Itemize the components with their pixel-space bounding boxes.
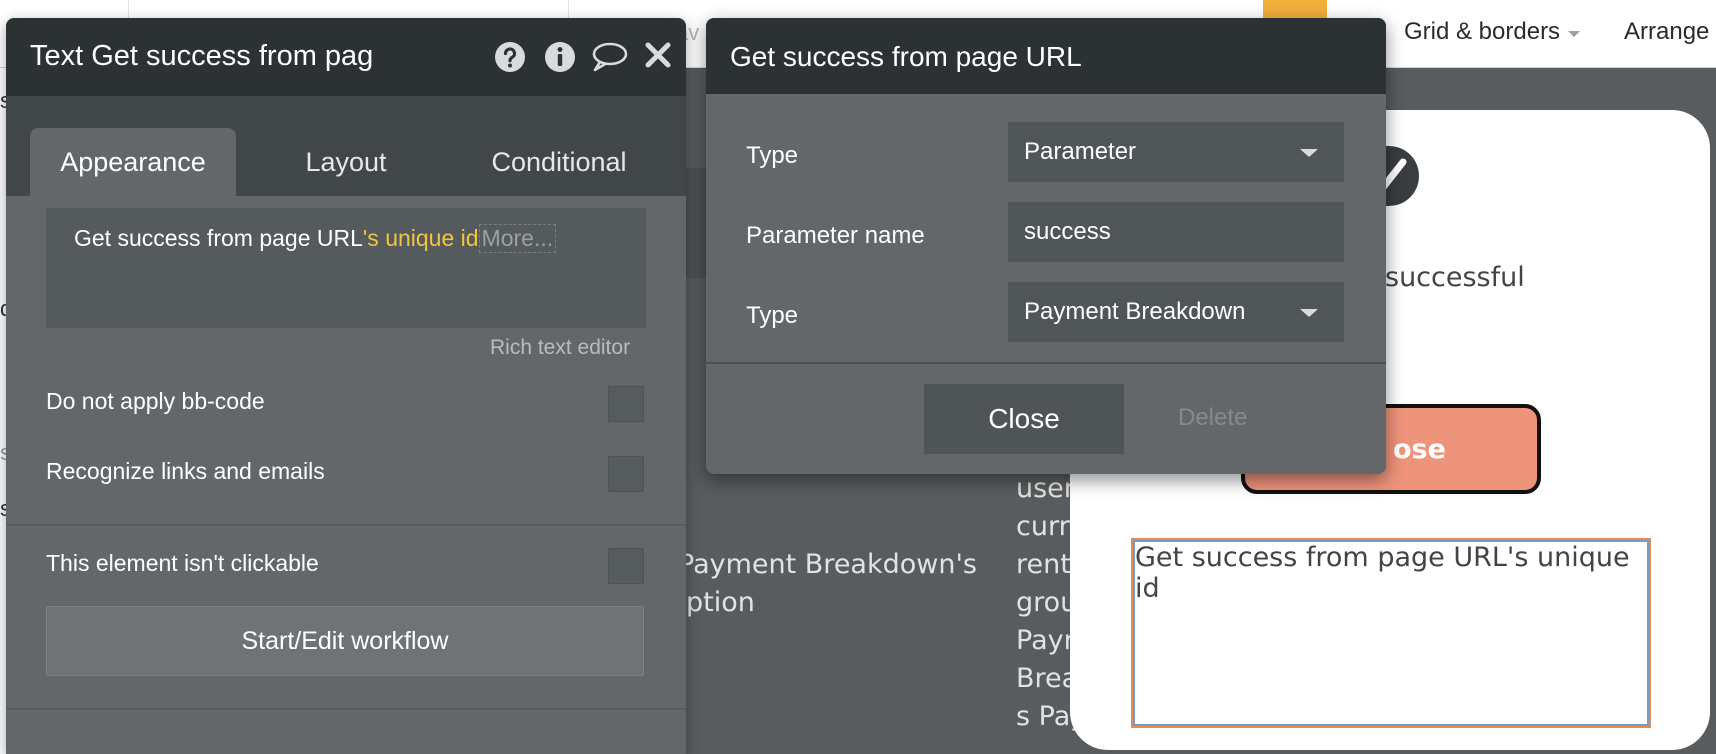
not-clickable-checkbox[interactable] bbox=[608, 548, 644, 584]
bbcode-checkbox[interactable] bbox=[608, 386, 644, 422]
panel-title: Text Get success from pag bbox=[30, 40, 374, 72]
not-clickable-label: This element isn't clickable bbox=[46, 550, 319, 576]
more-link[interactable]: More... bbox=[478, 224, 557, 253]
canvas-text: ption bbox=[686, 587, 755, 618]
tab-conditional[interactable]: Conditional bbox=[446, 128, 672, 196]
data-type-select-value: Payment Breakdown bbox=[1024, 298, 1246, 325]
canvas-band bbox=[686, 168, 706, 278]
canvas-text: Payment Breakdown's bbox=[678, 549, 977, 580]
type-select[interactable]: Parameter bbox=[1008, 122, 1344, 182]
selected-text-element[interactable]: Get success from page URL's unique id bbox=[1131, 538, 1651, 728]
data-type-label: Type bbox=[746, 302, 799, 329]
parameter-name-label: Parameter name bbox=[746, 222, 925, 249]
parameter-name-value: success bbox=[1024, 218, 1111, 245]
rich-text-editor-link[interactable]: Rich text editor bbox=[490, 336, 630, 360]
canvas-text: curr bbox=[1016, 511, 1070, 542]
parameter-name-input[interactable]: success bbox=[1008, 202, 1344, 262]
canvas-text: Brea bbox=[1016, 663, 1079, 694]
comment-icon[interactable] bbox=[590, 41, 628, 73]
dialog-close-button[interactable]: Close bbox=[924, 384, 1124, 454]
expression-dynamic-token[interactable]: 's unique id bbox=[363, 225, 479, 251]
tab-appearance[interactable]: Appearance bbox=[30, 128, 236, 196]
help-icon[interactable] bbox=[494, 41, 526, 73]
dialog-header: Get success from page URL bbox=[706, 18, 1386, 94]
start-edit-workflow-button[interactable]: Start/Edit workflow bbox=[46, 606, 644, 676]
text-expression-editor[interactable]: Get success from page URL's unique id Mor… bbox=[46, 208, 646, 328]
data-type-select[interactable]: Payment Breakdown bbox=[1008, 282, 1344, 342]
selected-text-content: Get success from page URL's unique id bbox=[1135, 542, 1630, 604]
dialog-delete-button[interactable]: Delete bbox=[1178, 404, 1247, 432]
dialog-divider bbox=[706, 362, 1386, 364]
expression-content: Get success from page URL's unique id Mor… bbox=[74, 224, 557, 253]
canvas-text: user bbox=[1016, 473, 1075, 504]
property-editor-panel: Text Get success from pag Appearance Lay… bbox=[6, 18, 686, 754]
arrange-menu[interactable]: Arrange bbox=[1624, 18, 1709, 46]
panel-header: Text Get success from pag bbox=[6, 18, 686, 96]
grid-borders-label: Grid & borders bbox=[1404, 18, 1561, 45]
section-divider bbox=[6, 708, 686, 710]
section-divider bbox=[6, 524, 686, 526]
links-emails-label: Recognize links and emails bbox=[46, 458, 325, 484]
notification-badge[interactable] bbox=[1263, 0, 1327, 18]
expression-dialog: Get success from page URL Type Parameter… bbox=[706, 18, 1386, 474]
tab-layout[interactable]: Layout bbox=[246, 128, 446, 196]
chevron-down-icon bbox=[1300, 149, 1318, 157]
canvas-text: rent bbox=[1016, 549, 1071, 580]
canvas-text: grou bbox=[1016, 587, 1078, 618]
links-emails-checkbox[interactable] bbox=[608, 456, 644, 492]
arrange-label: Arrange bbox=[1624, 18, 1710, 45]
panel-tabs: Appearance Layout Conditional bbox=[6, 96, 686, 196]
dialog-title: Get success from page URL bbox=[730, 41, 1082, 72]
expression-static-text: Get success from page URL bbox=[74, 225, 363, 251]
type-select-value: Parameter bbox=[1024, 138, 1137, 165]
close-icon[interactable] bbox=[644, 41, 676, 73]
popup-message: successful bbox=[1385, 262, 1525, 293]
chevron-down-icon bbox=[1568, 31, 1581, 37]
popup-close-label: ose bbox=[1393, 434, 1446, 465]
type-label: Type bbox=[746, 142, 799, 169]
grid-borders-menu[interactable]: Grid & borders bbox=[1404, 18, 1581, 46]
bbcode-label: Do not apply bb-code bbox=[46, 388, 265, 414]
chevron-down-icon bbox=[1300, 309, 1318, 317]
info-icon[interactable] bbox=[544, 41, 576, 73]
